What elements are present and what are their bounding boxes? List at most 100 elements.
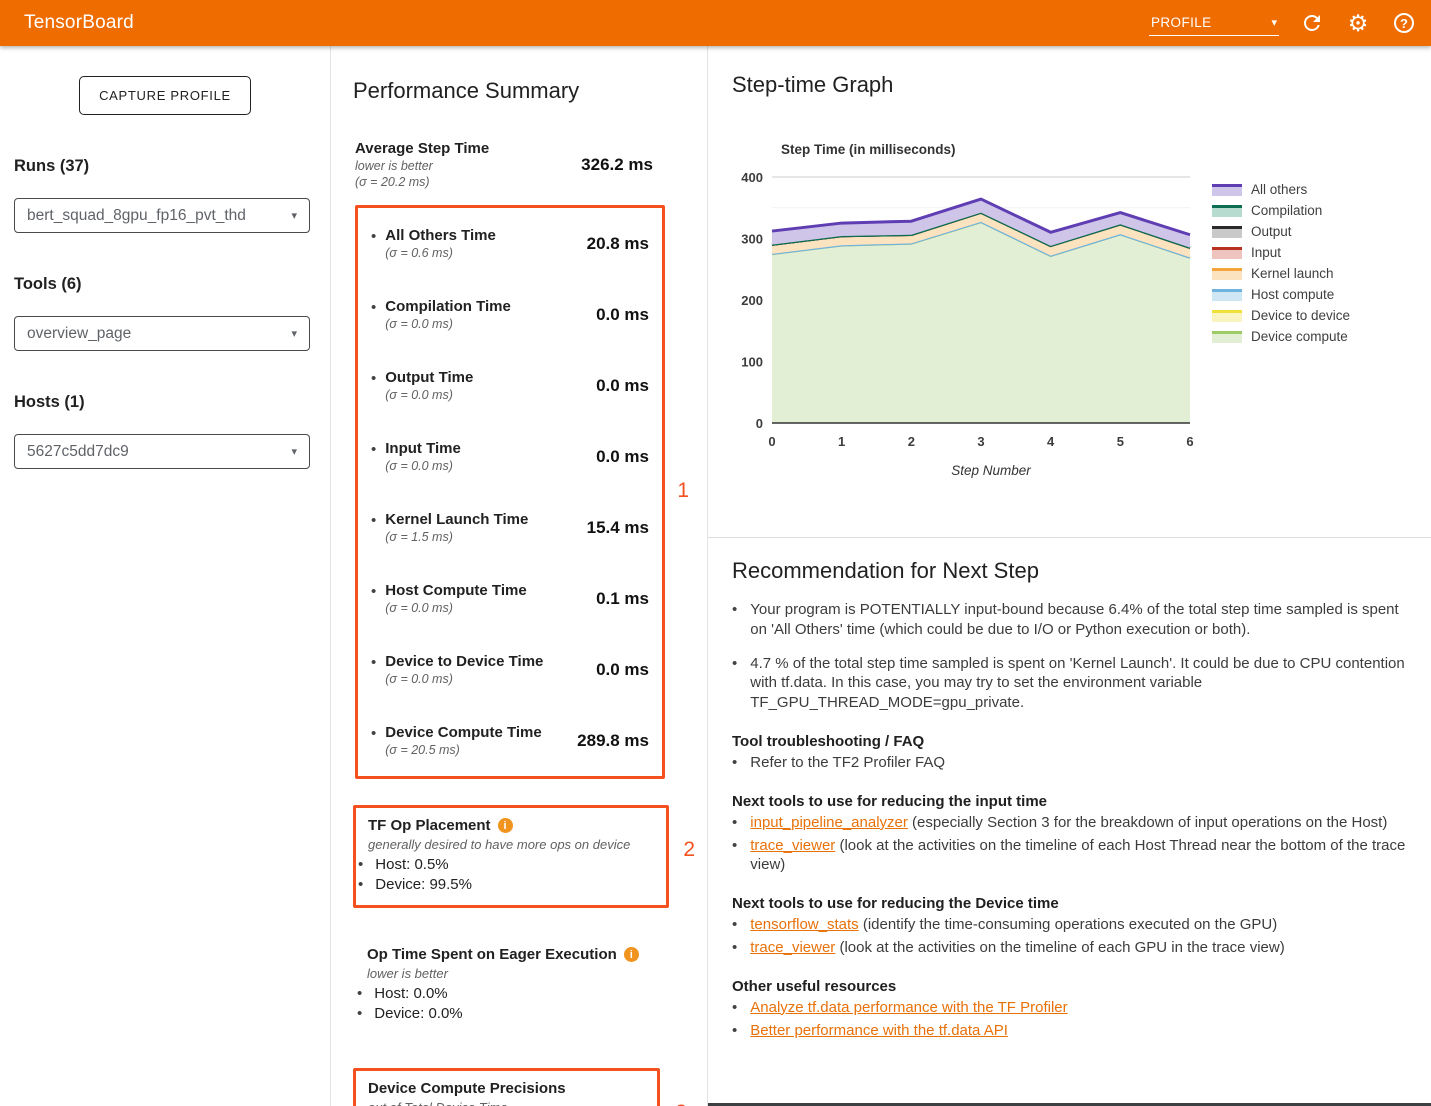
recommendation-item-text: (especially Section 3 for the breakdown … — [908, 814, 1387, 831]
metric-sigma: (σ = 1.5 ms) — [385, 530, 528, 544]
list-item: •Device: 0.0% — [367, 1004, 669, 1024]
svg-text:0: 0 — [756, 416, 763, 431]
tf-op-placement-note: generally desired to have more ops on de… — [368, 837, 654, 852]
dashboard-select[interactable]: PROFILE ▾ — [1149, 11, 1279, 36]
bullet: • — [358, 857, 363, 875]
svg-text:2: 2 — [908, 434, 915, 449]
metric-value: 0.1 ms — [596, 589, 649, 609]
hosts-select[interactable]: 5627c5dd7dc9 ▾ — [14, 434, 310, 469]
recommendation-section: Recommendation for Next Step • Your progr… — [708, 537, 1431, 1040]
metric-label: Kernel Launch Time — [385, 511, 528, 528]
metric-label: Input Time — [385, 440, 461, 457]
bullet: • — [732, 1023, 737, 1041]
svg-text:0: 0 — [768, 434, 775, 449]
capture-profile-button[interactable]: CAPTURE PROFILE — [79, 76, 251, 115]
app-title: TensorBoard — [24, 12, 134, 34]
list-item-text: Host: 0.5% — [375, 855, 448, 875]
list-item-text: Host: 0.0% — [374, 984, 447, 1004]
chart-legend: All othersCompilationOutputInputKernel l… — [1212, 179, 1350, 451]
bullet: • — [732, 755, 737, 773]
recommendation-item: •Refer to the TF2 Profiler FAQ — [732, 753, 1411, 773]
svg-text:100: 100 — [741, 355, 763, 370]
bullet: • — [371, 371, 376, 386]
recommendation-item: •Analyze tf.data performance with the TF… — [732, 998, 1411, 1018]
refresh-icon[interactable] — [1299, 10, 1325, 36]
eager-execution-title: Op Time Spent on Eager Execution — [367, 946, 617, 963]
legend-swatch — [1212, 184, 1242, 196]
recommendation-item: •trace_viewer (look at the activities on… — [732, 836, 1411, 876]
recommendation-item: •input_pipeline_analyzer (especially Sec… — [732, 813, 1411, 833]
bullet: • — [732, 602, 737, 640]
recommendation-bullet-text: 4.7 % of the total step time sampled is … — [750, 654, 1411, 713]
info-icon[interactable]: i — [624, 947, 639, 962]
metric-row: • Host Compute Time (σ = 0.0 ms) 0.1 ms — [358, 563, 662, 634]
metric-label: All Others Time — [385, 227, 496, 244]
recommendation-section-heading: Tool troubleshooting / FAQ — [732, 733, 1411, 750]
bullet: • — [371, 584, 376, 599]
tool-link[interactable]: Analyze tf.data performance with the TF … — [750, 999, 1067, 1016]
tool-link[interactable]: input_pipeline_analyzer — [750, 814, 908, 831]
metric-sigma: (σ = 0.0 ms) — [385, 672, 543, 686]
recommendation-section-heading: Other useful resources — [732, 978, 1411, 995]
runs-select[interactable]: bert_squad_8gpu_fp16_pvt_thd ▾ — [14, 198, 310, 233]
metric-value: 0.0 ms — [596, 447, 649, 467]
legend-item: Device to device — [1212, 305, 1350, 326]
tool-link[interactable]: trace_viewer — [750, 939, 835, 956]
metric-sigma: (σ = 0.0 ms) — [385, 601, 526, 615]
hosts-select-value: 5627c5dd7dc9 — [27, 443, 129, 461]
dashboard-select-value: PROFILE — [1151, 15, 1212, 30]
metric-row: •All Others Time(σ = 0.6 ms)20.8 ms — [358, 208, 662, 279]
bullet: • — [358, 877, 363, 895]
info-icon[interactable]: i — [498, 818, 513, 833]
recommendation-item: •trace_viewer (look at the activities on… — [732, 938, 1411, 958]
legend-label: Device to device — [1251, 308, 1350, 323]
eager-execution-block: Op Time Spent on Eager Execution i lower… — [367, 946, 669, 1024]
average-step-time-label: Average Step Time — [355, 140, 489, 157]
legend-label: Output — [1251, 224, 1292, 239]
metric-value: 20.8 ms — [587, 234, 649, 254]
legend-item: Input — [1212, 242, 1350, 263]
average-step-time-note: lower is better — [355, 159, 489, 173]
tool-link[interactable]: tensorflow_stats — [750, 916, 858, 933]
tool-link[interactable]: Better performance with the tf.data API — [750, 1022, 1008, 1039]
list-item-text: Device: 0.0% — [374, 1004, 462, 1024]
bullet: • — [732, 656, 737, 713]
bullet: • — [732, 838, 737, 876]
performance-summary-panel: Performance Summary Average Step Time lo… — [331, 46, 708, 1106]
recommendation-title: Recommendation for Next Step — [732, 558, 1411, 584]
caret-down-icon: ▾ — [1271, 16, 1277, 29]
refresh-icon-svg — [1300, 11, 1324, 35]
legend-swatch — [1212, 205, 1242, 217]
bullet: • — [371, 726, 376, 741]
recommendation-bullet-text: Your program is POTENTIALLY input-bound … — [750, 600, 1411, 640]
metric-label: Host Compute Time — [385, 582, 526, 599]
metric-value: 0.0 ms — [596, 660, 649, 680]
metric-row: •Kernel Launch Time(σ = 1.5 ms)15.4 ms — [358, 492, 662, 563]
metric-sigma: (σ = 0.0 ms) — [385, 388, 473, 402]
gear-icon[interactable]: ⚙ — [1345, 10, 1371, 36]
tools-select[interactable]: overview_page ▾ — [14, 316, 310, 351]
tools-select-value: overview_page — [27, 325, 131, 343]
highlight-box-1: •All Others Time(σ = 0.6 ms)20.8 ms•Comp… — [355, 205, 665, 779]
legend-item: All others — [1212, 179, 1350, 200]
tool-link[interactable]: trace_viewer — [750, 837, 835, 854]
legend-item: Device compute — [1212, 326, 1350, 347]
metric-label: Output Time — [385, 369, 473, 386]
bullet: • — [371, 513, 376, 528]
help-icon[interactable]: ? — [1391, 10, 1417, 36]
recommendation-item-text: (look at the activities on the timeline … — [835, 939, 1284, 956]
caret-down-icon: ▾ — [291, 209, 297, 222]
svg-text:300: 300 — [741, 232, 763, 247]
legend-swatch — [1212, 310, 1242, 322]
caret-down-icon: ▾ — [291, 327, 297, 340]
metric-row: •Compilation Time(σ = 0.0 ms)0.0 ms — [358, 279, 662, 350]
svg-text:3: 3 — [977, 434, 984, 449]
recommendation-item: • Better performance with the tf.data API — [732, 1021, 1411, 1041]
right-panel: Step-time Graph Step Time (in millisecon… — [708, 46, 1431, 1106]
recommendation-section-heading: Next tools to use for reducing the Devic… — [732, 895, 1411, 912]
list-item: •Device: 99.5% — [368, 875, 654, 895]
legend-label: Compilation — [1251, 203, 1322, 218]
chart-xaxis-label: Step Number — [782, 463, 1200, 478]
highlight-box-2: TF Op Placement i generally desired to h… — [353, 805, 669, 908]
svg-text:4: 4 — [1047, 434, 1055, 449]
